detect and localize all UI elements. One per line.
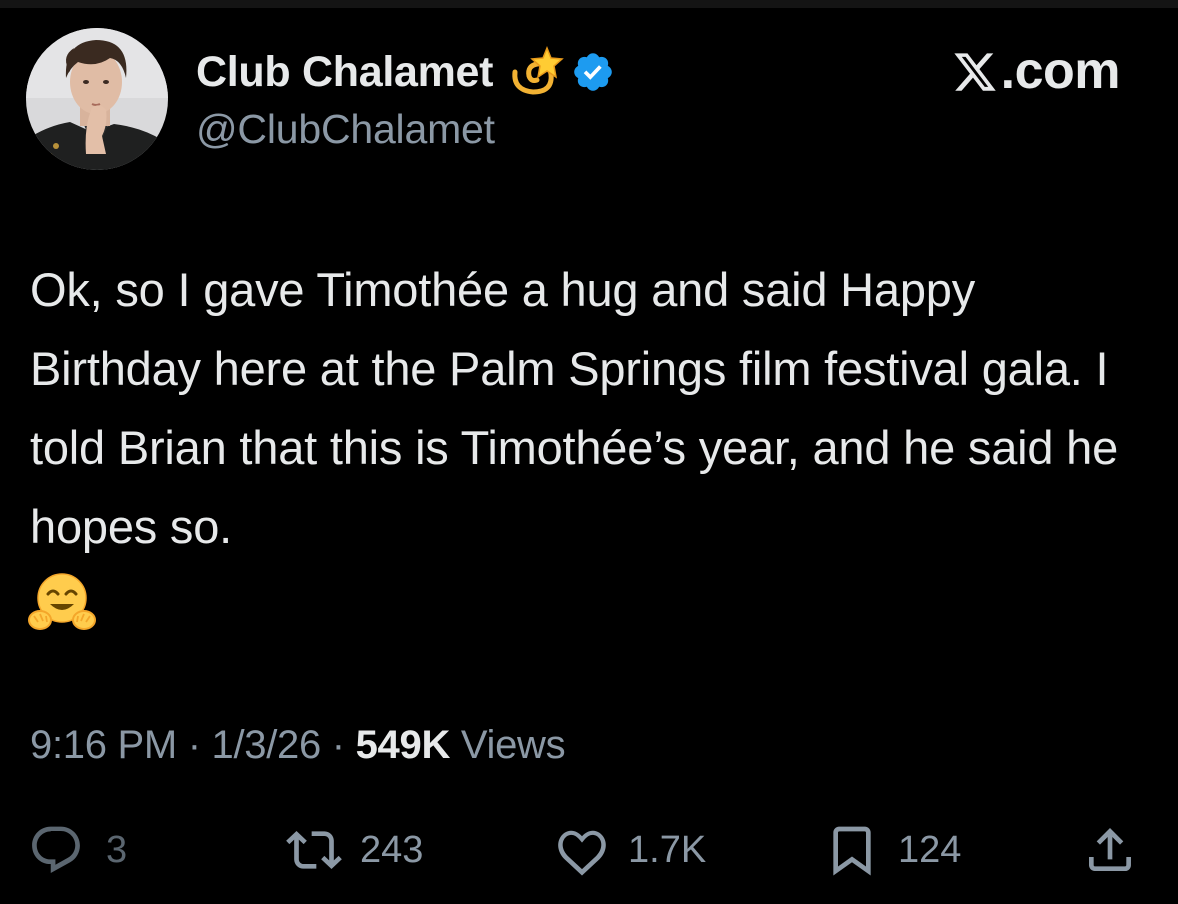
avatar-photo: [26, 28, 168, 170]
display-name[interactable]: Club Chalamet: [196, 48, 493, 97]
reply-count: 3: [106, 828, 128, 871]
x-logo-icon: [951, 48, 999, 94]
like-count: 1.7K: [628, 828, 707, 871]
meta-separator: ·: [176, 722, 212, 767]
reply-icon: [32, 826, 80, 873]
repost-count: 243: [360, 828, 424, 871]
like-button[interactable]: 1.7K: [554, 818, 706, 882]
reply-button[interactable]: 3: [28, 818, 127, 882]
verified-badge-icon[interactable]: [571, 50, 615, 94]
brand-text: .com: [1000, 42, 1121, 100]
share-icon: [1089, 828, 1131, 871]
repost-button[interactable]: 243: [286, 818, 423, 882]
bookmark-count: 124: [898, 828, 962, 871]
tweet-meta: 9:16 PM · 1/3/26 · 549K Views: [30, 716, 566, 774]
bookmark-button[interactable]: 124: [824, 818, 961, 882]
heart-icon: [558, 830, 606, 876]
share-button[interactable]: [1082, 818, 1138, 882]
author-name-row: Club Chalamet: [196, 42, 615, 102]
meta-separator: ·: [320, 722, 356, 767]
views-label: Views: [450, 722, 566, 767]
repost-icon: [286, 831, 342, 869]
top-edge-strip: [0, 0, 1178, 8]
author-handle[interactable]: @ClubChalamet: [196, 106, 495, 153]
bookmark-icon: [833, 826, 871, 876]
tweet-text: Ok, so I gave Timothée a hug and said Ha…: [30, 263, 1119, 553]
action-bar: 3 243 1.7K 124: [0, 818, 1178, 882]
hugging-face-emoji-icon: [28, 570, 96, 634]
brand-watermark: .com: [951, 40, 1121, 102]
views-count[interactable]: 549K: [356, 723, 451, 768]
tweet-time[interactable]: 9:16 PM: [30, 723, 177, 768]
dizzy-star-emoji-icon: [507, 44, 565, 100]
avatar[interactable]: [26, 28, 168, 170]
tweet-date[interactable]: 1/3/26: [212, 723, 322, 768]
